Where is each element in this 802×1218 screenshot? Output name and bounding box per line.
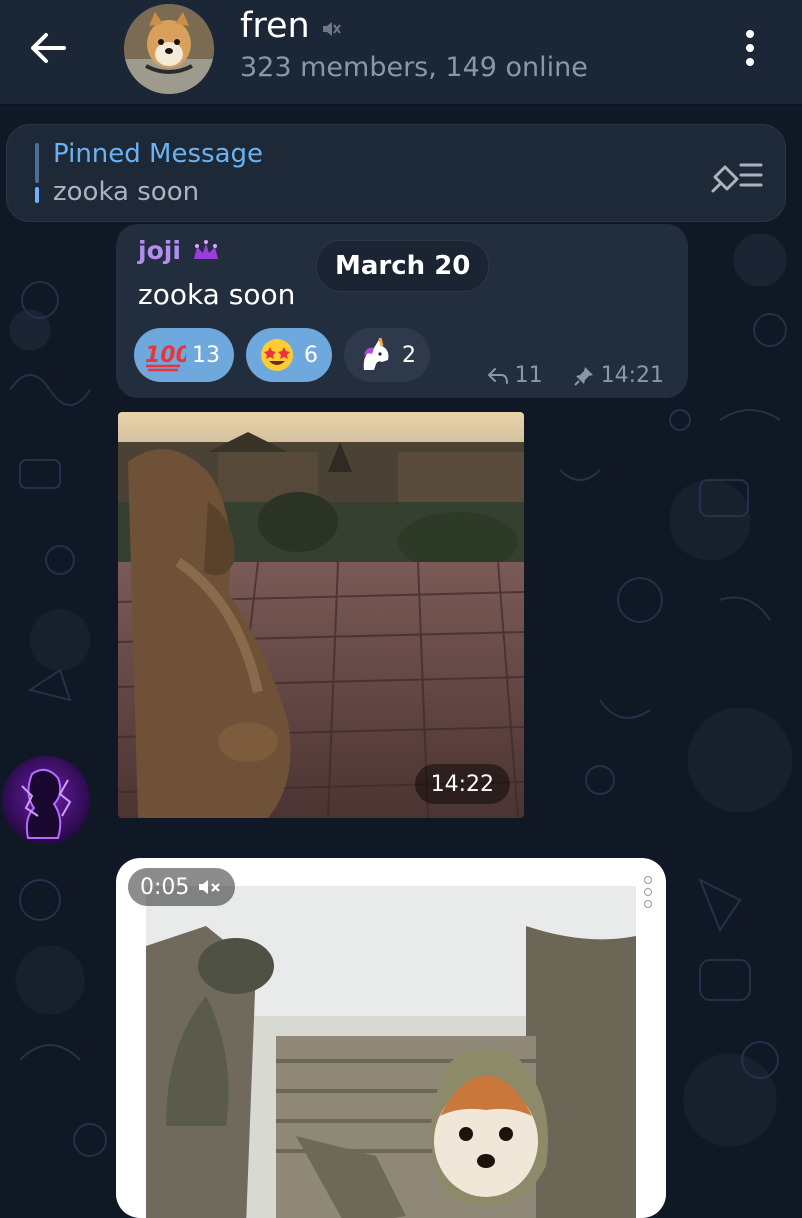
pinned-message-bar[interactable]: Pinned Message zooka soon bbox=[6, 124, 786, 222]
chat-subtitle: 323 members, 149 online bbox=[240, 52, 588, 83]
message-text: zooka soon bbox=[138, 278, 296, 311]
reaction-star-struck[interactable]: 6 bbox=[246, 328, 332, 382]
video-duration: 0:05 bbox=[140, 874, 190, 900]
video-frame bbox=[146, 886, 636, 1218]
crown-emoji-icon bbox=[193, 239, 218, 259]
chat-title-text: fren bbox=[240, 6, 310, 46]
sender-name[interactable]: joji bbox=[138, 236, 221, 265]
more-vertical-icon bbox=[746, 30, 754, 66]
pinned-list-button[interactable] bbox=[707, 155, 767, 195]
reactions-row: 100 13 6 bbox=[134, 328, 430, 382]
unicorn-emoji-icon bbox=[354, 334, 396, 376]
video-duration-badge[interactable]: 0:05 bbox=[128, 868, 236, 906]
reaction-count: 6 bbox=[304, 342, 318, 368]
back-button[interactable] bbox=[20, 22, 76, 74]
video-message[interactable]: 0:05 bbox=[116, 858, 666, 1218]
photo-message[interactable]: 14:22 bbox=[118, 412, 524, 818]
date-separator: March 20 bbox=[316, 240, 490, 292]
more-menu-button[interactable] bbox=[728, 22, 772, 74]
group-avatar[interactable] bbox=[124, 4, 214, 94]
pinned-indicator bbox=[35, 143, 39, 203]
photo-time: 14:22 bbox=[414, 764, 510, 804]
hundred-points-emoji-icon: 100 bbox=[144, 334, 186, 376]
reaction-unicorn[interactable]: 2 bbox=[344, 328, 430, 382]
reaction-count: 13 bbox=[192, 342, 220, 368]
muted-speaker-icon bbox=[322, 22, 341, 36]
video-options-dots[interactable] bbox=[644, 876, 652, 908]
sender-name-text: joji bbox=[138, 236, 181, 265]
arrow-left-icon bbox=[31, 33, 66, 63]
video-muted-icon bbox=[199, 880, 221, 894]
svg-text:100: 100 bbox=[145, 343, 186, 368]
pinned-text: zooka soon bbox=[53, 177, 200, 207]
chat-header: fren 323 members, 149 online bbox=[0, 0, 802, 105]
pin-icon bbox=[573, 366, 593, 386]
star-struck-emoji-icon bbox=[256, 334, 298, 376]
reaction-hundred[interactable]: 100 13 bbox=[134, 328, 234, 382]
message-meta: 11 14:21 bbox=[487, 363, 664, 388]
reply-count: 11 bbox=[514, 363, 543, 388]
chat-title[interactable]: fren bbox=[240, 6, 342, 46]
reply-icon bbox=[487, 367, 508, 384]
pin-list-icon bbox=[711, 163, 763, 193]
monkey-photo bbox=[118, 412, 524, 818]
reaction-count: 2 bbox=[402, 342, 416, 368]
soldier-dog-video bbox=[146, 886, 636, 1218]
pinned-label: Pinned Message bbox=[53, 139, 264, 169]
message-time: 14:21 bbox=[600, 363, 664, 388]
sender-avatar[interactable] bbox=[2, 756, 90, 844]
